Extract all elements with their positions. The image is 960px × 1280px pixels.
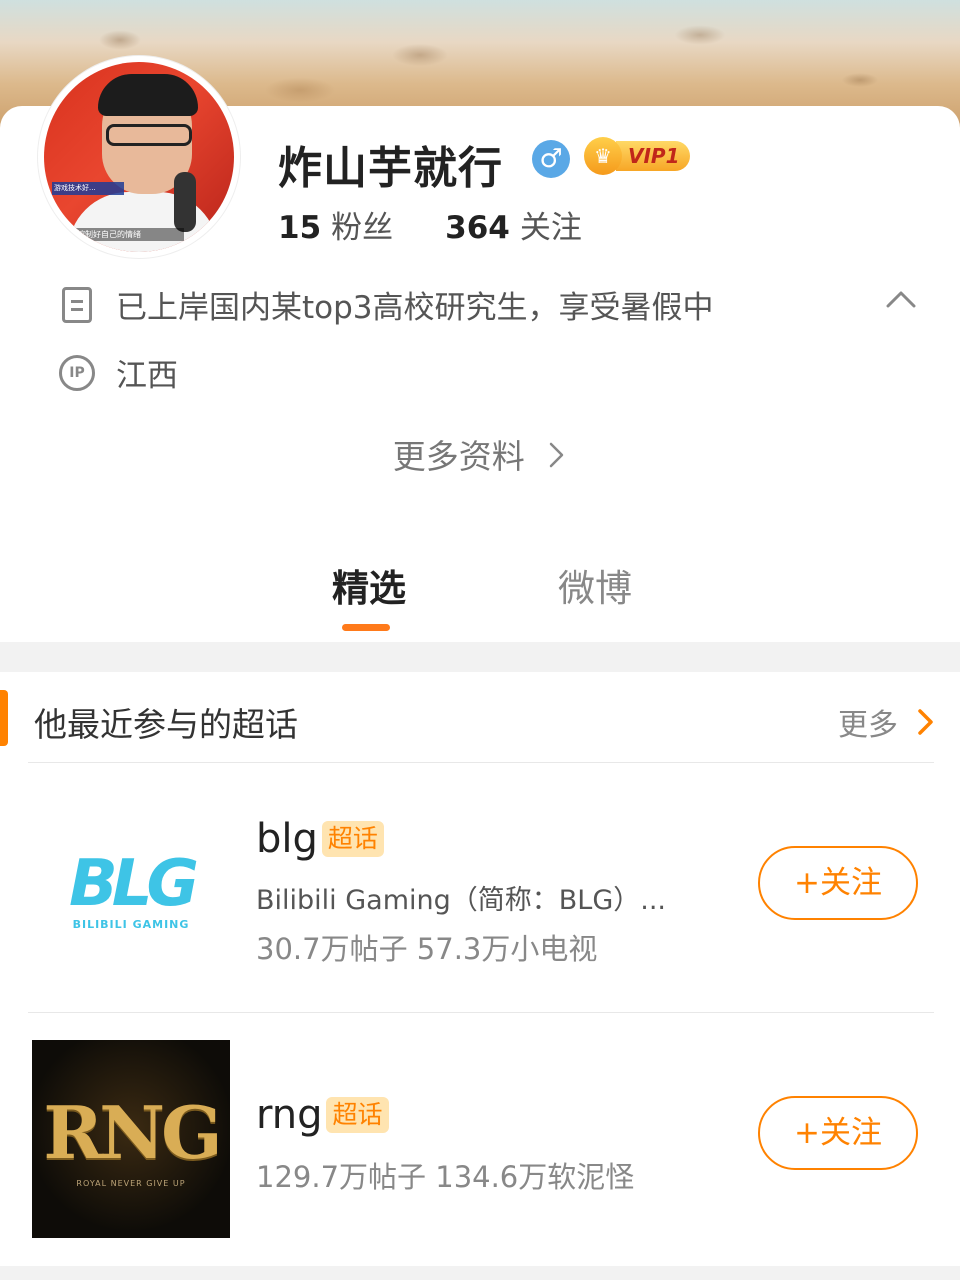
section-more-link[interactable]: 更多 — [838, 700, 938, 744]
rng-logo-subtext: ROYAL NEVER GIVE UP — [76, 1179, 186, 1188]
super-topic-tag: 超话 — [321, 821, 384, 857]
vip-label: VIP1 — [616, 141, 690, 171]
following-label: 关注 — [519, 210, 582, 246]
fans-count: 15 — [278, 210, 322, 246]
avatar[interactable]: 游戏技术好... 控制好自己的情绪 — [38, 56, 240, 258]
following-count: 364 — [445, 210, 510, 246]
section-accent-bar — [0, 690, 8, 746]
topic-name: rng — [256, 1092, 323, 1138]
blg-logo-subtext: BILIBILI GAMING — [72, 917, 190, 931]
topic-description: Bilibili Gaming（简称：BLG）... — [256, 885, 667, 916]
fans-stat[interactable]: 15 粉丝 — [278, 202, 393, 247]
document-icon — [58, 286, 96, 324]
fans-label: 粉丝 — [331, 210, 394, 246]
avatar-hair — [98, 74, 198, 116]
chevron-right-icon — [550, 442, 564, 468]
vip-badge[interactable]: ♛ VIP1 — [584, 136, 690, 176]
topic-item-blg[interactable]: BLG BILIBILI GAMING blg 超话 Bilibili Gami… — [0, 762, 960, 1012]
tab-weibo[interactable]: 微博 — [558, 558, 632, 612]
rng-logo-mark: RNG — [43, 1090, 222, 1175]
topic-stats: 129.7万帖子 134.6万软泥怪 — [256, 1160, 635, 1194]
rng-logo: RNG ROYAL NEVER GIVE UP — [32, 1040, 230, 1238]
following-stat[interactable]: 364 关注 — [445, 202, 582, 247]
tab-featured[interactable]: 精选 — [332, 558, 406, 612]
crown-icon: ♛ — [584, 137, 622, 175]
more-info-link[interactable]: 更多资料 — [0, 430, 960, 478]
avatar-glasses — [106, 124, 192, 146]
blg-logo: BLG BILIBILI GAMING — [32, 792, 230, 990]
avatar-caption-top: 游戏技术好... — [52, 182, 124, 195]
topic-name: blg — [256, 816, 318, 862]
profile-name: 炸山芋就行 — [278, 143, 503, 194]
bio-row: 已上岸国内某top3高校研究生，享受暑假中 — [58, 282, 714, 327]
male-gender-icon: ♂ — [532, 140, 570, 178]
ip-icon: IP — [58, 354, 96, 392]
profile-card: 游戏技术好... 控制好自己的情绪 炸山芋就行 ♂ ♛ VIP1 15 粉丝 36… — [0, 56, 960, 642]
super-topic-tag: 超话 — [326, 1097, 389, 1133]
blg-logo-mark: BLG — [68, 846, 199, 921]
ip-row: IP 江西 — [58, 350, 178, 395]
ip-location: 江西 — [116, 358, 178, 394]
profile-stats: 15 粉丝 364 关注 — [278, 202, 582, 247]
more-info-label: 更多资料 — [392, 437, 525, 476]
avatar-image: 游戏技术好... 控制好自己的情绪 — [44, 62, 234, 252]
chevron-up-icon[interactable] — [884, 282, 918, 316]
bio-text: 已上岸国内某top3高校研究生，享受暑假中 — [116, 290, 714, 326]
follow-button[interactable]: +关注 — [758, 1096, 918, 1170]
avatar-microphone — [174, 172, 196, 232]
section-title: 他最近参与的超话 — [34, 705, 298, 744]
topic-name-row: rng 超话 — [256, 1092, 389, 1138]
topic-item-rng[interactable]: RNG ROYAL NEVER GIVE UP rng 超话 129.7万帖子 … — [0, 1012, 960, 1262]
super-topics-section: 他最近参与的超话 更多 BLG BILIBILI GAMING blg 超话 B… — [0, 672, 960, 1266]
avatar-caption-bottom: 控制好自己的情绪 — [74, 228, 184, 241]
chevron-right-icon — [918, 709, 933, 735]
tab-active-indicator — [342, 624, 390, 631]
section-more-label: 更多 — [838, 708, 898, 743]
topic-name-row: blg 超话 — [256, 816, 384, 862]
profile-tabs: 精选 微博 — [0, 558, 960, 642]
topic-stats: 30.7万帖子 57.3万小电视 — [256, 932, 598, 966]
follow-button[interactable]: +关注 — [758, 846, 918, 920]
